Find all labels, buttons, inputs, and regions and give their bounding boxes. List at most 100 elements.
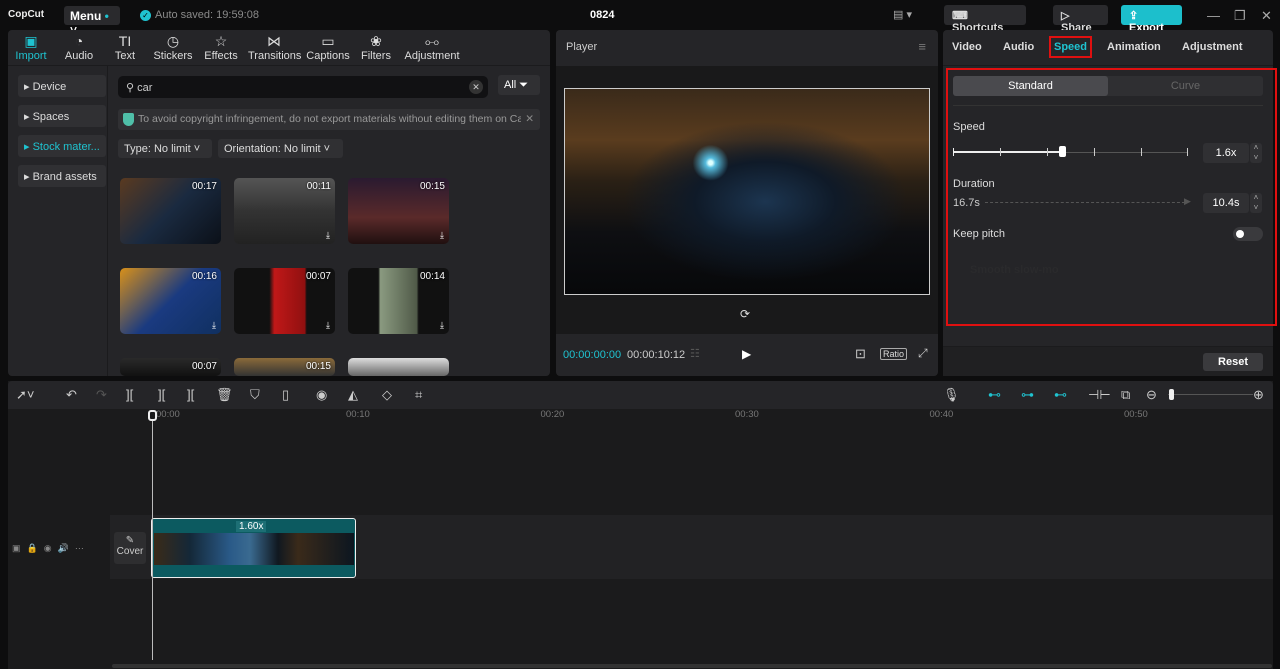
speed-mode-toggle: Standard Curve — [953, 76, 1263, 96]
sidebar-item-brand-assets[interactable]: ▸ Brand assets — [18, 165, 106, 187]
tab-animation[interactable]: Animation — [1107, 41, 1161, 53]
zoom-slider[interactable] — [1168, 394, 1253, 395]
sidebar-item-spaces[interactable]: ▸ Spaces — [18, 105, 106, 127]
undo-icon[interactable]: ↶ — [66, 387, 77, 403]
tab-adjustment-props[interactable]: Adjustment — [1182, 41, 1243, 53]
download-icon[interactable]: ⤓ — [326, 320, 330, 331]
mode-standard[interactable]: Standard — [953, 76, 1108, 96]
split-view-icon[interactable]: ⊣⊢ — [1088, 387, 1111, 403]
duration-stepper[interactable]: ˄ ˅ — [1250, 193, 1262, 213]
tab-effects[interactable]: ☆ Effects — [204, 33, 238, 62]
speed-value-input[interactable]: 1.6x — [1203, 143, 1249, 163]
search-input[interactable]: ⚲ car ✕ — [118, 76, 488, 98]
ratio-button[interactable]: Ratio — [880, 348, 908, 360]
download-icon[interactable]: ⤓ — [326, 230, 330, 241]
fit-timeline-icon[interactable]: ⧉ — [1121, 387, 1130, 403]
video-preview[interactable] — [564, 88, 930, 295]
layout-icon[interactable]: ▤ ▾ — [893, 8, 912, 21]
stock-thumbnail[interactable]: 00:15 — [234, 358, 335, 376]
cover-button[interactable]: ✎ Cover — [114, 532, 146, 564]
close-icon[interactable]: ✕ — [1261, 8, 1272, 24]
stock-thumbnail[interactable]: 00:17 — [120, 178, 221, 244]
download-icon[interactable]: ⤓ — [440, 320, 444, 331]
tab-import[interactable]: ▣ Import — [14, 33, 48, 62]
download-icon[interactable]: ⤓ — [212, 320, 216, 331]
clear-search-icon[interactable]: ✕ — [469, 80, 483, 94]
slider-handle[interactable] — [1059, 146, 1067, 157]
zoom-out-icon[interactable]: ⊖ — [1146, 387, 1157, 403]
close-notice-icon[interactable]: ✕ — [521, 113, 534, 125]
keep-pitch-toggle[interactable] — [1233, 227, 1263, 241]
redo-icon[interactable]: ↷ — [96, 387, 107, 403]
stock-thumbnail[interactable]: 00:07 — [120, 358, 221, 376]
minimize-icon[interactable]: — — [1207, 8, 1220, 23]
shortcuts-button[interactable]: ⌨ Shortcuts — [944, 5, 1026, 34]
tab-audio[interactable]: ◔ Audio — [63, 33, 95, 62]
fullscreen-icon[interactable]: ⤢ — [918, 346, 928, 361]
play-button[interactable]: ▶ — [742, 347, 751, 361]
tab-transitions[interactable]: ⋈ Transitions — [248, 33, 301, 62]
select-tool-icon[interactable]: ➚˅ — [16, 387, 34, 403]
export-button[interactable]: ⇪ Export — [1121, 5, 1182, 34]
download-icon[interactable]: ⤓ — [440, 230, 444, 241]
orientation-dropdown[interactable]: Orientation: No limit ˅ — [218, 139, 343, 158]
sidebar-item-device[interactable]: ▸ Device — [18, 75, 106, 97]
tab-label: Filters — [361, 50, 391, 62]
delete-icon[interactable]: 🗑 — [216, 387, 233, 403]
tab-filters[interactable]: ❀ Filters — [360, 33, 392, 62]
playhead-handle[interactable] — [148, 410, 157, 421]
magnet-icon[interactable]: ⊷ — [988, 387, 1001, 403]
preview-axis-icon[interactable]: ⊷ — [1054, 387, 1067, 403]
mode-curve[interactable]: Curve — [1108, 76, 1263, 96]
horizontal-scrollbar[interactable] — [112, 664, 1272, 668]
microphone-icon[interactable]: 🎙 — [943, 387, 960, 403]
rotate-icon[interactable]: ⟳ — [740, 307, 750, 321]
stock-thumbnail[interactable]: 00:16 ⤓ — [120, 268, 221, 334]
fit-icon[interactable]: ⊡ — [855, 346, 866, 362]
speed-icon[interactable]: ◉ — [316, 387, 327, 403]
duration-original: 16.7s — [953, 197, 980, 209]
split-icon[interactable]: ][ — [126, 387, 133, 402]
zoom-handle[interactable] — [1169, 389, 1174, 400]
split-left-icon[interactable]: ][ — [158, 387, 165, 402]
filter-all-button[interactable]: All ⏷ — [498, 75, 540, 95]
freeze-icon[interactable]: ▯ — [282, 387, 289, 403]
stock-thumbnail[interactable] — [348, 358, 449, 376]
stock-thumbnail[interactable]: 00:14 ⤓ — [348, 268, 449, 334]
marker-icon[interactable]: ⛉ — [250, 387, 260, 403]
tab-text[interactable]: TI Text — [113, 33, 137, 62]
visibility-icon[interactable]: ◉ — [44, 543, 58, 553]
menu-button[interactable]: Menu • ˅ — [64, 6, 120, 37]
stock-thumbnail[interactable]: 00:11 ⤓ — [234, 178, 335, 244]
split-right-icon[interactable]: ][ — [187, 387, 194, 402]
lock-icon[interactable]: 🔒 — [27, 543, 44, 553]
duration-value-input[interactable]: 10.4s — [1203, 193, 1249, 213]
sidebar-item-stock[interactable]: ▸ Stock mater... — [18, 135, 106, 157]
tab-captions[interactable]: ▭ Captions — [306, 33, 350, 62]
volume-icon[interactable]: 🔊 — [58, 543, 75, 553]
reset-button[interactable]: Reset — [1203, 353, 1263, 371]
tab-speed[interactable]: Speed — [1048, 36, 1093, 58]
rotate-clip-icon[interactable]: ◇ — [382, 387, 392, 403]
type-dropdown[interactable]: Type: No limit ˅ — [118, 139, 212, 158]
crop-icon[interactable]: ⌗ — [415, 387, 422, 403]
stock-thumbnail[interactable]: 00:07 ⤓ — [234, 268, 335, 334]
mirror-icon[interactable]: ◭ — [348, 387, 358, 403]
tab-audio-props[interactable]: Audio — [1003, 41, 1034, 53]
player-menu-icon[interactable]: ≡ — [918, 39, 926, 54]
tab-stickers[interactable]: ◷ Stickers — [153, 33, 193, 62]
speed-stepper[interactable]: ˄ ˅ — [1250, 143, 1262, 163]
timecode-grid-icon[interactable]: ☷ — [690, 347, 700, 360]
track-icon[interactable]: ▣ — [12, 543, 27, 553]
maximize-icon[interactable]: ❐ — [1234, 8, 1246, 24]
share-button[interactable]: ▷ Share — [1053, 5, 1108, 34]
tab-adjustment[interactable]: ⧟ Adjustment — [404, 33, 460, 62]
stock-thumbnail[interactable]: 00:15 ⤓ — [348, 178, 449, 244]
tab-video[interactable]: Video — [952, 41, 982, 53]
video-clip[interactable]: 1.60x — [151, 518, 356, 578]
speed-slider[interactable] — [953, 146, 1188, 160]
playhead[interactable] — [148, 410, 157, 660]
link-icon[interactable]: ⊶ — [1021, 387, 1034, 403]
zoom-in-icon[interactable]: ⊕ — [1253, 387, 1264, 403]
more-icon[interactable]: ⋯ — [75, 543, 90, 553]
